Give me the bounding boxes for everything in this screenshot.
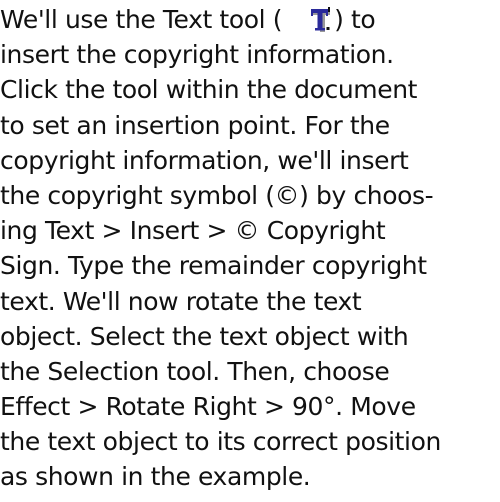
- line1-text-before: We'll use the Text tool (: [0, 5, 283, 34]
- paragraph-line-10: object. Select the text object with: [0, 321, 409, 351]
- paragraph-line-6: the copyright symbol (©) by choos-: [0, 180, 434, 210]
- paragraph-line-7: ing Text > Insert > © Copyright: [0, 216, 386, 246]
- paragraph-line-2: insert the copyright information.: [0, 40, 394, 70]
- paragraph-line-9: text. We'll now rotate the text: [0, 286, 362, 316]
- paragraph-line-1: We'll use the Text tool ( ) to: [0, 2, 500, 37]
- paragraph-line-14: as shown in the example.: [0, 462, 311, 492]
- instruction-paragraph: We'll use the Text tool ( ) to insert th…: [0, 2, 500, 495]
- paragraph-line-4: to set an insertion point. For the: [0, 110, 390, 140]
- line1-text-after: ) to: [334, 5, 376, 34]
- paragraph-line-12: Effect > Rotate Right > 90°. Move: [0, 392, 416, 422]
- paragraph-line-5: copyright information, we'll insert: [0, 145, 409, 175]
- paragraph-line-8: Sign. Type the remainder copyright: [0, 251, 427, 281]
- text-tool-icon: [308, 7, 331, 33]
- paragraph-line-13: the text object to its correct position: [0, 427, 441, 457]
- paragraph-line-11: the Selection tool. Then, choose: [0, 356, 390, 386]
- paragraph-line-3: Click the tool within the document: [0, 75, 418, 105]
